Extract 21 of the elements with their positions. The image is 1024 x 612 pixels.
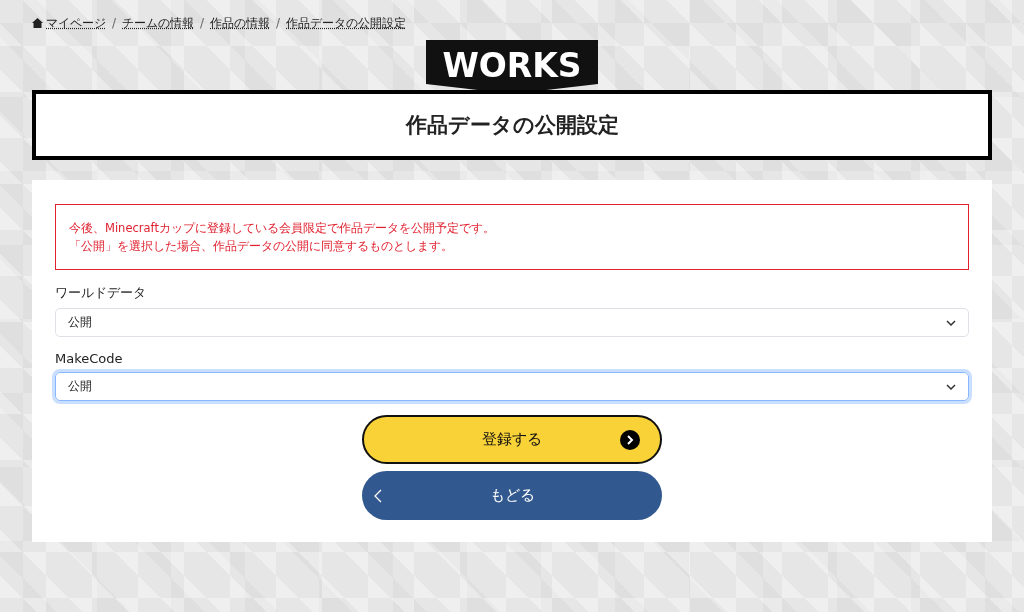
works-logo: WORKS: [426, 40, 598, 90]
chevron-down-icon: [946, 383, 956, 390]
select-field[interactable]: 公開: [55, 308, 969, 337]
chevron-left-icon: [374, 488, 382, 503]
chevron-down-icon: [946, 319, 956, 326]
breadcrumb-link[interactable]: 作品データの公開設定: [286, 14, 407, 32]
breadcrumb-separator: /: [200, 16, 205, 30]
field-label: ワールドデータ: [55, 284, 147, 302]
home-icon: [32, 18, 43, 28]
page-title: 作品データの公開設定: [405, 112, 619, 139]
select-field[interactable]: 公開: [55, 372, 969, 401]
arrow-circle-icon: [620, 429, 640, 450]
breadcrumb-separator: /: [276, 16, 281, 30]
submit-button[interactable]: 登録する: [362, 415, 662, 464]
back-button[interactable]: もどる: [362, 471, 662, 520]
breadcrumb-separator: /: [112, 16, 117, 30]
field-label: MakeCode: [55, 351, 124, 366]
notice-box: 今後、Minecraftカップに登録している会員限定で作品データを公開予定です。 「公開」を選択した場合、作品データの公開に同意するものとします。: [55, 204, 969, 270]
breadcrumb-link[interactable]: チームの情報: [122, 14, 195, 32]
breadcrumb-link[interactable]: マイページ: [32, 14, 106, 32]
breadcrumb-link[interactable]: 作品の情報: [210, 14, 271, 32]
